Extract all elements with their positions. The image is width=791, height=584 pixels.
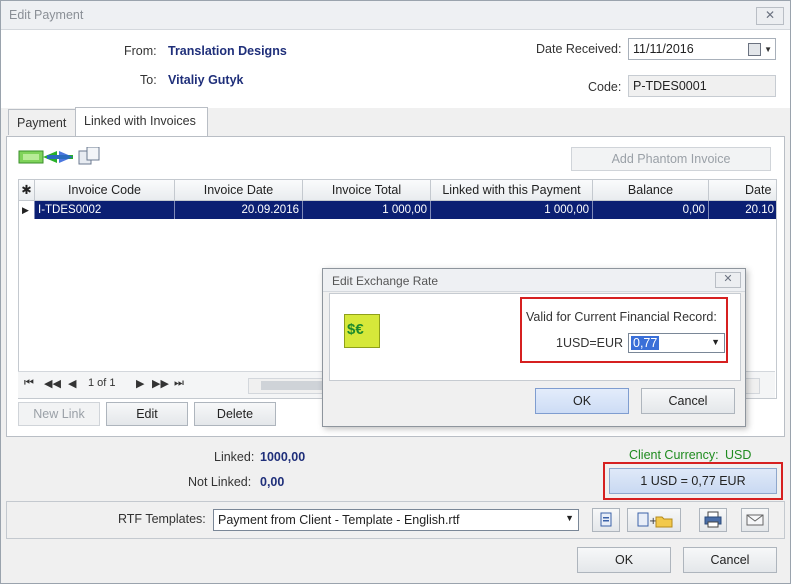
template-preview-button[interactable] [592,508,620,532]
prev-page-icon[interactable]: ◀ [68,377,76,390]
row-indicator: ▶ [19,201,35,219]
print-button[interactable] [699,508,727,532]
link-invoices-icon[interactable] [17,147,103,169]
cell-invoice-code: I-TDES0002 [35,201,175,219]
title-bar: Edit Payment ✕ [1,1,790,30]
chevron-down-icon[interactable]: ▼ [565,513,574,523]
cell-date: 20.10 [709,201,776,219]
dialog-title: Edit Exchange Rate [332,274,439,288]
document-icon [600,512,612,527]
date-received-field[interactable]: 11/11/2016 ▼ [628,38,776,60]
delete-button[interactable]: Delete [194,402,276,426]
first-page-icon[interactable]: ⏮ [24,377,34,390]
window-title: Edit Payment [9,8,84,22]
template-open-button[interactable]: + [627,508,681,532]
to-label: To: [140,73,157,87]
date-received-value: 11/11/2016 [633,42,694,56]
linked-value: 1000,00 [260,450,306,464]
code-value: P-TDES0001 [633,79,707,93]
grid-corner: ✱ [19,180,35,201]
col-linked-with-payment[interactable]: Linked with this Payment [431,180,593,201]
email-button[interactable] [741,508,769,532]
col-invoice-total[interactable]: Invoice Total [303,180,431,201]
prev-page-fast-icon[interactable]: ◀◀ [44,377,61,390]
chevron-down-icon[interactable]: ▼ [764,45,772,54]
tab-linked-with-invoices[interactable]: Linked with Invoices [75,107,208,137]
cell-invoice-date: 20.09.2016 [175,201,303,219]
dialog-ok-button[interactable]: OK [535,388,629,414]
cancel-button[interactable]: Cancel [683,547,777,573]
table-row[interactable]: ▶ I-TDES0002 20.09.2016 1 000,00 1 000,0… [19,201,776,219]
cell-invoice-total: 1 000,00 [303,201,431,219]
printer-icon [704,511,722,528]
calendar-icon[interactable] [748,43,761,56]
col-date[interactable]: Date [709,180,776,201]
rate-input-highlight [520,297,728,363]
ok-button[interactable]: OK [577,547,671,573]
envelope-icon [746,514,764,526]
rtf-template-value: Payment from Client - Template - English… [218,513,460,527]
not-linked-label: Not Linked: [188,475,252,489]
edit-exchange-rate-dialog: Edit Exchange Rate ✕ $€ Valid for Curren… [322,268,746,427]
col-invoice-date[interactable]: Invoice Date [175,180,303,201]
add-phantom-invoice-button[interactable]: Add Phantom Invoice [571,147,771,171]
col-invoice-code[interactable]: Invoice Code [35,180,175,201]
folder-open-icon: + [637,512,673,528]
date-received-label: Date Received: [536,42,622,56]
to-value: Vitaliy Gutyk [168,73,244,87]
from-label: From: [124,44,157,58]
not-linked-value: 0,00 [260,475,285,489]
rtf-template-select[interactable]: Payment from Client - Template - English… [213,509,579,531]
next-page-icon[interactable]: ▶ [136,377,144,390]
client-currency-value: USD [725,448,752,462]
pager-text: 1 of 1 [88,377,116,389]
dialog-title-bar: Edit Exchange Rate ✕ [323,269,745,292]
edit-button[interactable]: Edit [106,402,188,426]
linked-label: Linked: [214,450,255,464]
next-page-fast-icon[interactable]: ▶▶ [152,377,169,390]
from-value: Translation Designs [168,44,287,58]
code-label: Code: [588,80,622,94]
last-page-icon[interactable]: ⏭ [174,377,184,390]
new-link-button[interactable]: New Link [18,402,100,426]
client-currency-label: Client Currency: [629,448,719,462]
cell-linked: 1 000,00 [431,201,593,219]
currency-exchange-icon: $€ [344,314,380,348]
cell-balance: 0,00 [593,201,709,219]
tab-payment[interactable]: Payment [8,109,76,135]
payment-header: From: Translation Designs To: Vitaliy Gu… [1,30,790,108]
exchange-rate-button[interactable]: 1 USD = 0,77 EUR [609,468,777,494]
dialog-cancel-button[interactable]: Cancel [641,388,735,414]
code-field[interactable]: P-TDES0001 [628,75,776,97]
close-button[interactable]: ✕ [756,7,784,25]
rtf-templates-label: RTF Templates: [118,512,206,526]
col-balance[interactable]: Balance [593,180,709,201]
dialog-close-button[interactable]: ✕ [715,272,741,288]
